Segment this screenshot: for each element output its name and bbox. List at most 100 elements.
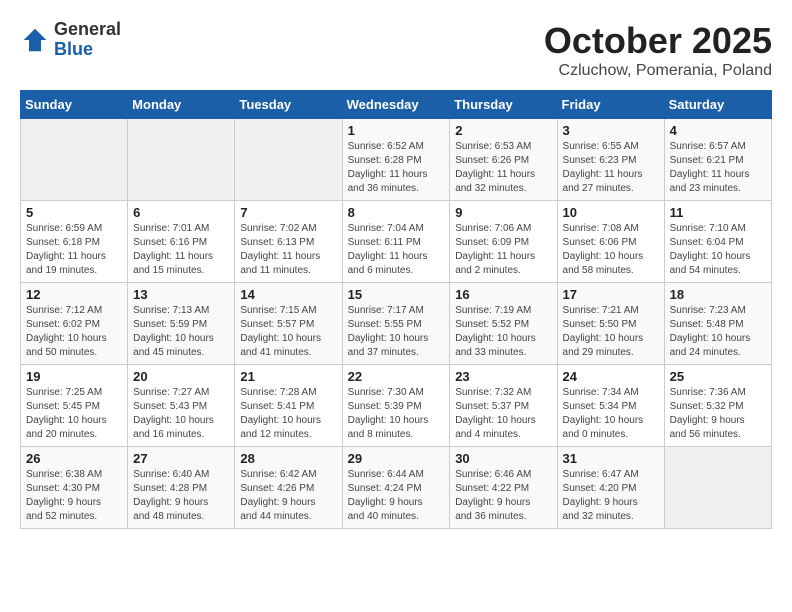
weekday-header-thursday: Thursday — [450, 91, 557, 119]
day-number: 15 — [348, 287, 445, 302]
calendar-cell: 31 Sunrise: 6:47 AM Sunset: 4:20 PM Dayli… — [557, 447, 664, 529]
day-number: 9 — [455, 205, 551, 220]
day-number: 22 — [348, 369, 445, 384]
calendar-cell: 29 Sunrise: 6:44 AM Sunset: 4:24 PM Dayli… — [342, 447, 450, 529]
day-info: Sunrise: 6:55 AM Sunset: 6:23 PM Dayligh… — [563, 140, 659, 196]
day-info: Sunrise: 7:30 AM Sunset: 5:39 PM Dayligh… — [348, 386, 445, 442]
weekday-header-wednesday: Wednesday — [342, 91, 450, 119]
calendar-cell — [21, 119, 128, 201]
day-info: Sunrise: 7:21 AM Sunset: 5:50 PM Dayligh… — [563, 304, 659, 360]
page-header: General Blue October 2025 Czluchow, Pome… — [20, 20, 772, 80]
calendar-cell: 2Sunrise: 6:53 AM Sunset: 6:26 PM Daylig… — [450, 119, 557, 201]
location: Czluchow, Pomerania, Poland — [544, 62, 772, 80]
calendar-cell: 12 Sunrise: 7:12 AM Sunset: 6:02 PM Dayli… — [21, 283, 128, 365]
day-info: Sunrise: 7:06 AM Sunset: 6:09 PM Dayligh… — [455, 222, 551, 278]
calendar-cell: 16 Sunrise: 7:19 AM Sunset: 5:52 PM Dayli… — [450, 283, 557, 365]
day-info: Sunrise: 7:04 AM Sunset: 6:11 PM Dayligh… — [348, 222, 445, 278]
day-info: Sunrise: 6:44 AM Sunset: 4:24 PM Dayligh… — [348, 468, 445, 524]
title-area: October 2025 Czluchow, Pomerania, Poland — [544, 20, 772, 80]
calendar-cell — [664, 447, 771, 529]
calendar-cell: 18Sunrise: 7:23 AM Sunset: 5:48 PM Dayli… — [664, 283, 771, 365]
calendar-week-1: 1 Sunrise: 6:52 AM Sunset: 6:28 PM Daylig… — [21, 119, 772, 201]
calendar-cell: 23Sunrise: 7:32 AM Sunset: 5:37 PM Dayli… — [450, 365, 557, 447]
day-number: 7 — [240, 205, 336, 220]
day-number: 26 — [26, 451, 122, 466]
calendar-cell: 25 Sunrise: 7:36 AM Sunset: 5:32 PM Dayli… — [664, 365, 771, 447]
calendar-cell — [128, 119, 235, 201]
day-number: 1 — [348, 123, 445, 138]
weekday-header-tuesday: Tuesday — [235, 91, 342, 119]
day-number: 21 — [240, 369, 336, 384]
day-number: 19 — [26, 369, 122, 384]
weekday-header-row: SundayMondayTuesdayWednesdayThursdayFrid… — [21, 91, 772, 119]
calendar-week-5: 26Sunrise: 6:38 AM Sunset: 4:30 PM Dayli… — [21, 447, 772, 529]
day-info: Sunrise: 6:47 AM Sunset: 4:20 PM Dayligh… — [563, 468, 659, 524]
calendar-cell: 9 Sunrise: 7:06 AM Sunset: 6:09 PM Daylig… — [450, 201, 557, 283]
day-info: Sunrise: 6:40 AM Sunset: 4:28 PM Dayligh… — [133, 468, 229, 524]
calendar-cell: 22 Sunrise: 7:30 AM Sunset: 5:39 PM Dayli… — [342, 365, 450, 447]
day-info: Sunrise: 7:08 AM Sunset: 6:06 PM Dayligh… — [563, 222, 659, 278]
calendar-cell: 13Sunrise: 7:13 AM Sunset: 5:59 PM Dayli… — [128, 283, 235, 365]
day-info: Sunrise: 7:34 AM Sunset: 5:34 PM Dayligh… — [563, 386, 659, 442]
calendar-week-3: 12 Sunrise: 7:12 AM Sunset: 6:02 PM Dayli… — [21, 283, 772, 365]
calendar-week-4: 19 Sunrise: 7:25 AM Sunset: 5:45 PM Dayli… — [21, 365, 772, 447]
calendar-cell: 17 Sunrise: 7:21 AM Sunset: 5:50 PM Dayli… — [557, 283, 664, 365]
calendar-table: SundayMondayTuesdayWednesdayThursdayFrid… — [20, 90, 772, 529]
calendar-cell: 5Sunrise: 6:59 AM Sunset: 6:18 PM Daylig… — [21, 201, 128, 283]
calendar-cell: 19 Sunrise: 7:25 AM Sunset: 5:45 PM Dayli… — [21, 365, 128, 447]
day-number: 6 — [133, 205, 229, 220]
day-number: 16 — [455, 287, 551, 302]
weekday-header-friday: Friday — [557, 91, 664, 119]
calendar-cell: 7 Sunrise: 7:02 AM Sunset: 6:13 PM Daylig… — [235, 201, 342, 283]
calendar-cell: 4 Sunrise: 6:57 AM Sunset: 6:21 PM Daylig… — [664, 119, 771, 201]
weekday-header-monday: Monday — [128, 91, 235, 119]
day-info: Sunrise: 7:19 AM Sunset: 5:52 PM Dayligh… — [455, 304, 551, 360]
day-info: Sunrise: 7:17 AM Sunset: 5:55 PM Dayligh… — [348, 304, 445, 360]
day-info: Sunrise: 7:13 AM Sunset: 5:59 PM Dayligh… — [133, 304, 229, 360]
calendar-cell: 28 Sunrise: 6:42 AM Sunset: 4:26 PM Dayli… — [235, 447, 342, 529]
calendar-cell: 1 Sunrise: 6:52 AM Sunset: 6:28 PM Daylig… — [342, 119, 450, 201]
calendar-cell: 3 Sunrise: 6:55 AM Sunset: 6:23 PM Daylig… — [557, 119, 664, 201]
weekday-header-sunday: Sunday — [21, 91, 128, 119]
day-number: 4 — [670, 123, 766, 138]
calendar-cell: 14Sunrise: 7:15 AM Sunset: 5:57 PM Dayli… — [235, 283, 342, 365]
day-info: Sunrise: 6:42 AM Sunset: 4:26 PM Dayligh… — [240, 468, 336, 524]
day-info: Sunrise: 7:25 AM Sunset: 5:45 PM Dayligh… — [26, 386, 122, 442]
calendar-cell: 24 Sunrise: 7:34 AM Sunset: 5:34 PM Dayli… — [557, 365, 664, 447]
day-number: 3 — [563, 123, 659, 138]
day-number: 24 — [563, 369, 659, 384]
day-info: Sunrise: 7:01 AM Sunset: 6:16 PM Dayligh… — [133, 222, 229, 278]
day-info: Sunrise: 7:27 AM Sunset: 5:43 PM Dayligh… — [133, 386, 229, 442]
day-number: 29 — [348, 451, 445, 466]
day-number: 11 — [670, 205, 766, 220]
calendar-cell: 30Sunrise: 6:46 AM Sunset: 4:22 PM Dayli… — [450, 447, 557, 529]
day-number: 14 — [240, 287, 336, 302]
day-info: Sunrise: 7:36 AM Sunset: 5:32 PM Dayligh… — [670, 386, 766, 442]
month-title: October 2025 — [544, 20, 772, 62]
calendar-cell: 8Sunrise: 7:04 AM Sunset: 6:11 PM Daylig… — [342, 201, 450, 283]
calendar-cell: 11Sunrise: 7:10 AM Sunset: 6:04 PM Dayli… — [664, 201, 771, 283]
day-number: 12 — [26, 287, 122, 302]
day-info: Sunrise: 7:02 AM Sunset: 6:13 PM Dayligh… — [240, 222, 336, 278]
calendar-cell: 10 Sunrise: 7:08 AM Sunset: 6:06 PM Dayli… — [557, 201, 664, 283]
day-info: Sunrise: 7:28 AM Sunset: 5:41 PM Dayligh… — [240, 386, 336, 442]
day-info: Sunrise: 7:12 AM Sunset: 6:02 PM Dayligh… — [26, 304, 122, 360]
day-number: 20 — [133, 369, 229, 384]
logo-icon — [20, 25, 50, 55]
logo-blue-text: Blue — [54, 40, 121, 60]
day-number: 10 — [563, 205, 659, 220]
calendar-cell: 6 Sunrise: 7:01 AM Sunset: 6:16 PM Daylig… — [128, 201, 235, 283]
logo: General Blue — [20, 20, 121, 60]
calendar-cell: 15 Sunrise: 7:17 AM Sunset: 5:55 PM Dayli… — [342, 283, 450, 365]
day-number: 30 — [455, 451, 551, 466]
day-info: Sunrise: 6:52 AM Sunset: 6:28 PM Dayligh… — [348, 140, 445, 196]
day-number: 5 — [26, 205, 122, 220]
calendar-cell: 27Sunrise: 6:40 AM Sunset: 4:28 PM Dayli… — [128, 447, 235, 529]
day-info: Sunrise: 6:57 AM Sunset: 6:21 PM Dayligh… — [670, 140, 766, 196]
day-number: 31 — [563, 451, 659, 466]
day-number: 17 — [563, 287, 659, 302]
day-number: 28 — [240, 451, 336, 466]
day-info: Sunrise: 7:32 AM Sunset: 5:37 PM Dayligh… — [455, 386, 551, 442]
day-number: 25 — [670, 369, 766, 384]
weekday-header-saturday: Saturday — [664, 91, 771, 119]
